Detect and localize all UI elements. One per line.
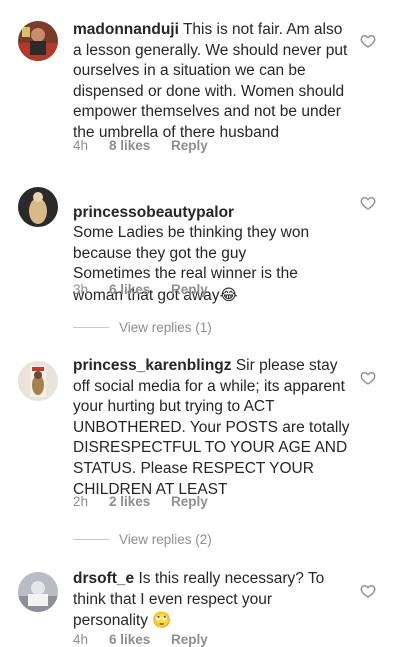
- heart-outline-icon[interactable]: [360, 195, 376, 211]
- avatar[interactable]: [18, 21, 58, 61]
- comment-likes[interactable]: 6 likes: [109, 632, 171, 647]
- reply-button[interactable]: Reply: [171, 282, 208, 297]
- view-replies-button[interactable]: View replies (2): [73, 532, 212, 547]
- view-replies-button[interactable]: View replies (1): [73, 320, 212, 335]
- comment-username[interactable]: princess_karenblingz: [73, 357, 232, 374]
- divider-line: [73, 539, 109, 540]
- view-replies-label: View replies (2): [119, 532, 212, 547]
- avatar[interactable]: [18, 361, 58, 401]
- comment-meta: 4h 6 likes Reply: [73, 632, 208, 647]
- divider-line: [73, 327, 109, 328]
- laughing-emoji: 😂: [219, 285, 238, 304]
- avatar[interactable]: [18, 187, 58, 227]
- comment-body: Sir please stay off social media for a w…: [73, 357, 350, 498]
- comment-username[interactable]: madonnanduji: [73, 21, 179, 38]
- comment-time: 4h: [73, 632, 89, 647]
- avatar[interactable]: [18, 572, 58, 612]
- reply-button[interactable]: Reply: [171, 494, 208, 509]
- comment-meta: 3h 6 likes Reply: [73, 282, 208, 297]
- heart-outline-icon[interactable]: [360, 33, 376, 49]
- comment-time: 3h: [73, 282, 89, 297]
- comment-meta: 2h 2 likes Reply: [73, 494, 208, 509]
- comment-meta: 4h 8 likes Reply: [73, 138, 208, 153]
- heart-outline-icon[interactable]: [360, 370, 376, 386]
- comment-likes[interactable]: 2 likes: [109, 494, 171, 509]
- reply-button[interactable]: Reply: [171, 632, 208, 647]
- comment-username[interactable]: drsoft_e: [73, 570, 134, 587]
- comment-username[interactable]: princessobeautypalor: [73, 204, 234, 221]
- reply-button[interactable]: Reply: [171, 138, 208, 153]
- comment-text: madonnanduji This is not fair. Am also a…: [73, 20, 351, 144]
- comment-time: 4h: [73, 138, 89, 153]
- comment-body: This is not fair. Am also a lesson gener…: [73, 21, 348, 141]
- comment-likes[interactable]: 8 likes: [109, 138, 171, 153]
- view-replies-label: View replies (1): [119, 320, 212, 335]
- eye-roll-emoji: 🙄: [152, 611, 172, 630]
- heart-outline-icon[interactable]: [360, 583, 376, 599]
- comment-time: 2h: [73, 494, 89, 509]
- comment-text: princess_karenblingz Sir please stay off…: [73, 356, 351, 500]
- comment-likes[interactable]: 6 likes: [109, 282, 171, 297]
- comment-text: drsoft_e Is this really necessary? To th…: [73, 569, 351, 632]
